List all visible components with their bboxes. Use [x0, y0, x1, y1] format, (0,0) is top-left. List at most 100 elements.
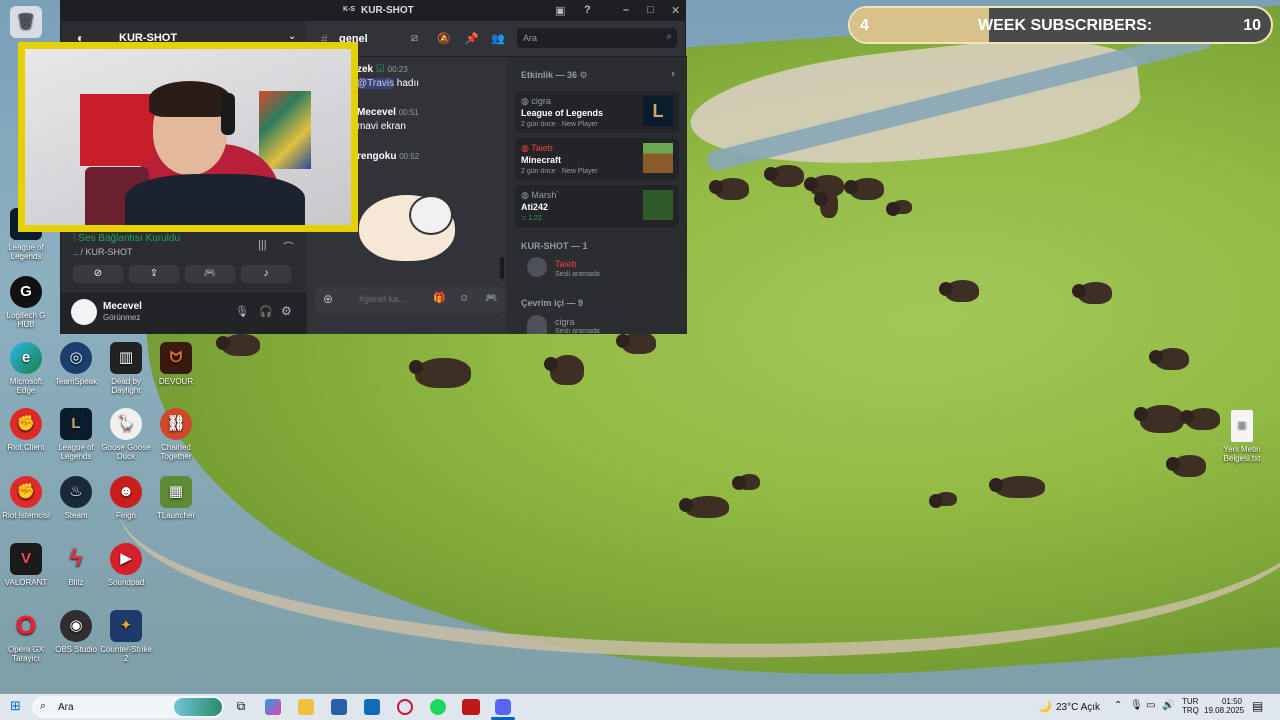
screen-share-icon[interactable]: ⇪ [129, 265, 179, 283]
weather-icon[interactable]: 🌙 [1038, 700, 1052, 713]
windows-start-icon[interactable]: ⊞ [10, 698, 21, 714]
clock[interactable]: 01:50 19.08.2025 [1204, 697, 1244, 715]
add-attachment-icon[interactable]: ⊕ [323, 292, 333, 306]
headset [221, 93, 235, 135]
teamspeak-icon: ◎ [60, 342, 92, 374]
game-icon[interactable]: 🎮 [485, 293, 497, 304]
desktop-icon-blitz[interactable]: ϟ Blitz [50, 543, 102, 587]
maximize-button[interactable]: □ [647, 4, 654, 16]
desktop-icon-soundpad[interactable]: ▶ Soundpad [100, 543, 152, 587]
close-button[interactable]: ✕ [671, 4, 680, 17]
emoji-icon[interactable]: ☺ [459, 293, 469, 304]
desktop-icon-teamspeak[interactable]: ◎ TeamSpeak [50, 342, 102, 386]
desktop-icon-tlauncher[interactable]: ▦ TLauncher [150, 476, 202, 520]
voicemod-icon[interactable] [462, 699, 480, 715]
user-panel: Mecevel Görünmez 🎙 🎧 ⚙ [61, 293, 307, 334]
member-name[interactable]: Taieb [555, 259, 577, 269]
noise-suppression-icon[interactable]: ||| [258, 239, 267, 251]
disconnect-icon[interactable]: ⌒ [283, 239, 294, 255]
member-status: Sesli aramada [555, 271, 600, 278]
microphone-icon[interactable]: 🎙 [1130, 700, 1143, 711]
bison [939, 280, 979, 302]
desktop-icon-feign[interactable]: ☻ Feign [100, 476, 152, 520]
desktop-icon-riot-client[interactable]: ✊ Riot Client [0, 408, 52, 452]
taskbar-search-input[interactable]: ⌕ Ara [32, 696, 224, 718]
opera-gx-taskbar-icon[interactable] [397, 699, 413, 715]
activity-header[interactable]: Etkinlik — 36 ⚙ [521, 70, 588, 81]
bison [929, 492, 957, 508]
voice-channel[interactable]: .. / KUR-SHOT [73, 247, 133, 257]
album-art-icon [643, 190, 673, 220]
network-icon[interactable]: ▭ [1146, 700, 1155, 711]
copilot-icon[interactable] [265, 699, 281, 715]
task-view-icon[interactable]: ⧉ [233, 699, 249, 715]
microsoft-store-icon[interactable] [331, 699, 347, 715]
outlook-icon[interactable] [364, 699, 380, 715]
blitz-icon: ϟ [69, 545, 83, 573]
search-icon: ⌕ [40, 700, 47, 712]
desktop-icon-obs[interactable]: ◉ OBS Studio [50, 610, 102, 654]
chevron-up-icon[interactable]: ⌃ [1114, 700, 1122, 711]
soundboard-icon[interactable]: ♪ [241, 265, 291, 283]
recycle-bin-icon: 🗑 [10, 6, 42, 38]
camera-off-icon[interactable]: ⊘ [73, 265, 123, 283]
mention[interactable]: @Travis [357, 78, 395, 89]
threads-icon[interactable]: ⧄ [411, 32, 418, 45]
weather-text[interactable]: 23°C Açık [1056, 702, 1100, 713]
volume-icon[interactable]: 🔊 [1162, 700, 1174, 711]
avatar[interactable] [527, 315, 547, 334]
notification-bell-icon[interactable]: 🔕 [437, 32, 451, 45]
chevron-down-icon[interactable]: ⌄ [288, 31, 296, 42]
bison [1166, 455, 1206, 477]
inbox-icon[interactable]: ▣ [555, 4, 565, 17]
desktop-icon-steam[interactable]: ♨ Steam [50, 476, 102, 520]
pin-icon[interactable]: 📌 [465, 32, 479, 45]
desktop-icon-edge[interactable]: e Microsoft Edge [0, 342, 52, 395]
desktop-icon-logitech[interactable]: G Logitech G HUB [0, 276, 52, 329]
desktop-icon-recycle-bin[interactable]: 🗑 [0, 6, 52, 41]
settings-gear-icon[interactable]: ⚙ [281, 304, 292, 318]
discord-titlebar: K-S KUR-SHOT ▣ ? – □ ✕ [61, 1, 685, 21]
scrollbar[interactable] [500, 257, 504, 279]
subscriber-current: 4 [860, 17, 869, 34]
subscriber-goal-bar: 4 WEEK SUBSCRIBERS: 10 [848, 6, 1273, 44]
help-icon[interactable]: ? [584, 4, 591, 16]
avatar[interactable] [71, 299, 97, 325]
desktop-icon-cs2[interactable]: ✦ Counter-Strike 2 [100, 610, 152, 663]
chevron-right-icon[interactable]: › [671, 68, 675, 80]
desktop-icon-valorant[interactable]: V VALORANT [0, 543, 52, 587]
discord-taskbar-icon[interactable] [495, 699, 511, 715]
file-explorer-icon[interactable] [298, 699, 314, 715]
desktop-icon-riot-istemci[interactable]: ✊ Riot İstemcisi [0, 476, 52, 520]
channel-header: # genel ⧄ 🔕 📌 👥 Ara ⌕ [307, 21, 687, 57]
member-list-icon[interactable]: 👥 [491, 32, 505, 45]
gift-icon[interactable]: 🎁 [433, 293, 445, 304]
desktop-icon-devour[interactable]: ᗢ DEVOUR [150, 342, 202, 386]
bison [732, 474, 760, 490]
desktop-icon-goose[interactable]: 🪿 Goose Goose Duck [100, 408, 152, 461]
activity-card[interactable]: ◍ cigra League of Legends 2 gün önce · N… [515, 91, 679, 133]
bison [616, 332, 656, 354]
activity-card[interactable]: ◍ Taieb Minecraft 2 gün önce · New Playe… [515, 138, 679, 180]
desktop-icon-league-2[interactable]: L League of Legends [50, 408, 102, 461]
member-status: Sesli aramada [555, 328, 600, 334]
member-name[interactable]: cigra [555, 317, 575, 327]
minimize-button[interactable]: – [623, 4, 629, 16]
language-indicator[interactable]: TUR TRQ [1182, 697, 1199, 715]
search-input[interactable]: Ara ⌕ [517, 28, 677, 48]
message-input[interactable]: ⊕ #genel ka... 🎁 ☺ 🎮 [315, 287, 505, 313]
desktop-icon-chained[interactable]: ⛓ Chained Together [150, 408, 202, 461]
desktop-icon-text-file[interactable]: ≡ Yeni Metin Belgesi.txt [1216, 410, 1268, 463]
spotify-icon[interactable] [430, 699, 446, 715]
desktop-icon-dbd[interactable]: ▥ Dead by Daylight [100, 342, 152, 395]
desktop-icon-opera[interactable]: O Opera GX Tarayıcı [0, 610, 52, 663]
dbd-icon: ▥ [110, 342, 142, 374]
activity-card[interactable]: ◍ Marsh` Ati242 ♫ 1:22 [515, 185, 679, 227]
activity-icon[interactable]: 🎮 [185, 265, 235, 283]
valorant-icon: V [10, 543, 42, 575]
microphone-icon[interactable]: 🎙 [235, 305, 249, 318]
badge-icon: ☑ [375, 64, 385, 75]
notifications-icon[interactable]: ▤ [1252, 699, 1263, 713]
avatar[interactable] [527, 257, 547, 277]
headphones-icon[interactable]: 🎧 [259, 305, 273, 318]
